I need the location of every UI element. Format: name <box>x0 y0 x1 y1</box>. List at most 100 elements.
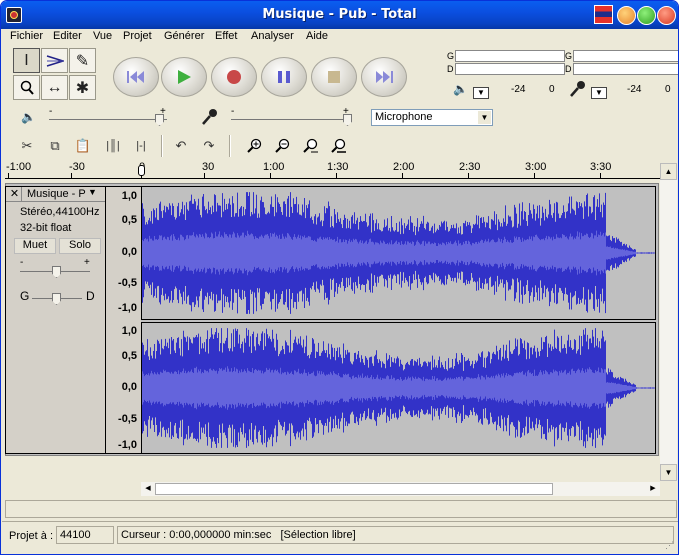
amp-label: 0,5 <box>121 214 137 226</box>
vertical-scrollbar[interactable]: ▲ ▼ <box>660 163 677 481</box>
ruler-tick-mark <box>270 173 271 178</box>
speaker-icon[interactable]: 🔈 <box>453 82 468 96</box>
selection-tool-icon[interactable]: I <box>13 48 40 73</box>
menu-generer[interactable]: Générer <box>164 30 204 42</box>
ruler-tick-label: 3:00 <box>525 161 547 173</box>
input-meter-left[interactable] <box>573 50 678 62</box>
output-scale-a: -24 <box>511 84 526 95</box>
output-volume-track[interactable] <box>49 119 167 120</box>
zoom-tool-icon[interactable] <box>13 75 40 100</box>
input-source-select[interactable]: Microphone ▼ <box>371 109 493 126</box>
input-meter-menu-icon[interactable]: ▼ <box>591 87 607 99</box>
output-volume-thumb[interactable] <box>155 114 164 126</box>
silence-icon[interactable]: |-| <box>129 134 153 158</box>
input-volume-thumb[interactable] <box>343 114 352 126</box>
timeshift-tool-icon[interactable]: ↔ <box>41 75 68 100</box>
minimize-button[interactable] <box>617 6 636 25</box>
menu-editer[interactable]: Editer <box>53 30 82 42</box>
skip-end-button[interactable] <box>361 57 407 97</box>
stop-button[interactable] <box>311 57 357 97</box>
close-button[interactable] <box>657 6 676 25</box>
pencil-tool-icon[interactable]: ✎ <box>69 48 96 73</box>
meter-toolbar: G D 🔈 ▼ -24 0 G D ▼ -24 0 <box>439 48 678 104</box>
gain-slider-thumb[interactable] <box>52 266 61 278</box>
track-name-menu[interactable]: Musique - P <box>27 188 86 200</box>
output-meter-right[interactable] <box>455 63 565 75</box>
title-bar[interactable]: Musique - Pub - Total <box>1 1 678 29</box>
gain-minus-label: - <box>20 257 24 268</box>
input-meter-right[interactable] <box>573 63 678 75</box>
multi-tool-icon[interactable]: ✱ <box>69 75 96 100</box>
scroll-up-icon[interactable]: ▲ <box>660 163 677 180</box>
amp-label: 0,5 <box>121 350 137 362</box>
fit-project-icon[interactable] <box>327 134 351 158</box>
cut-icon[interactable]: ✂ <box>15 134 39 158</box>
maximize-button[interactable] <box>637 6 656 25</box>
workspace-divider <box>5 500 677 518</box>
project-rate-field[interactable]: 44100 <box>56 526 114 544</box>
track-menu-chevron-down-icon[interactable]: ▼ <box>88 187 97 197</box>
track-close-icon[interactable]: ✕ <box>8 187 22 201</box>
amplitude-scale: 1,0 0,5 0,0 -0,5 -1,0 1,0 0,5 0,0 -0,5 -… <box>106 186 141 454</box>
envelope-tool-icon[interactable] <box>41 48 68 73</box>
amp-label: 1,0 <box>121 190 137 202</box>
menu-aide[interactable]: Aide <box>306 30 328 42</box>
horizontal-scrollbar[interactable]: ◀ ▶ <box>141 482 660 496</box>
menu-fichier[interactable]: Fichier <box>10 30 43 42</box>
menu-analyser[interactable]: Analyser <box>251 30 294 42</box>
window-title: Musique - Pub - Total <box>262 7 417 22</box>
ruler-tick-mark <box>336 173 337 178</box>
ruler-tick-label: -30 <box>69 161 85 173</box>
pan-slider-thumb[interactable] <box>52 293 61 305</box>
amp-label: 0,0 <box>121 381 137 393</box>
waveform-right-channel[interactable] <box>141 322 656 454</box>
ruler-tick-mark <box>468 173 469 178</box>
ruler-tick-mark <box>204 173 205 178</box>
project-rate-label: Projet à : <box>9 530 54 542</box>
mute-button[interactable]: Muet <box>14 238 56 254</box>
paste-icon[interactable]: 📋 <box>71 134 95 158</box>
pause-button[interactable] <box>261 57 307 97</box>
horizontal-scroll-thumb[interactable] <box>155 483 553 495</box>
microphone-icon[interactable] <box>569 80 587 101</box>
playhead-marker-icon[interactable] <box>138 165 145 176</box>
zoom-in-icon[interactable] <box>243 134 267 158</box>
copy-icon[interactable]: ⧉ <box>43 134 67 158</box>
menu-vue[interactable]: Vue <box>93 30 112 42</box>
tools-palette: I ✎ ↔ ✱ <box>13 48 99 102</box>
mute-button-label: Muet <box>22 239 48 251</box>
scroll-right-icon[interactable]: ▶ <box>646 482 660 496</box>
waveform-left-channel[interactable] <box>141 186 656 320</box>
waveform-right-graphic <box>142 328 655 448</box>
timeline-ruler[interactable]: -1:00 -30 0 30 1:00 1:30 2:00 2:30 3:00 … <box>5 161 661 179</box>
redo-icon[interactable]: ↷ <box>197 134 221 158</box>
mixer-toolbar: 🔈 - + - + <box>5 105 675 131</box>
amp-label: 0,0 <box>121 246 137 258</box>
language-flag-icon[interactable] <box>594 5 613 24</box>
app-window: Musique - Pub - Total Fichier Editer Vue… <box>0 0 679 555</box>
scroll-down-icon[interactable]: ▼ <box>660 464 677 481</box>
solo-button[interactable]: Solo <box>59 238 101 254</box>
ruler-tick-mark <box>534 173 535 178</box>
ruler-tick-mark <box>8 173 9 178</box>
fit-selection-icon[interactable] <box>299 134 323 158</box>
trim-icon[interactable]: |║| <box>101 134 125 158</box>
output-meter-left[interactable] <box>455 50 565 62</box>
amp-label: 1,0 <box>121 325 137 337</box>
chevron-down-icon[interactable]: ▼ <box>478 111 491 124</box>
output-meter-menu-icon[interactable]: ▼ <box>473 87 489 99</box>
menu-projet[interactable]: Projet <box>123 30 152 42</box>
track-control-panel: ✕ Musique - P ▼ Stéréo,44100Hz 32-bit fl… <box>5 186 106 454</box>
scroll-left-icon[interactable]: ◀ <box>141 482 155 496</box>
undo-icon[interactable]: ↶ <box>169 134 193 158</box>
ruler-tick-mark <box>402 173 403 178</box>
menu-effet[interactable]: Effet <box>215 30 237 42</box>
play-button[interactable] <box>161 57 207 97</box>
zoom-out-icon[interactable] <box>271 134 295 158</box>
skip-start-button[interactable] <box>113 57 159 97</box>
record-button[interactable] <box>211 57 257 97</box>
output-volume-minus: - <box>49 106 53 117</box>
input-volume-track[interactable] <box>231 119 349 120</box>
resize-grip-icon[interactable]: ⋰ <box>665 540 674 551</box>
track-bits-info: 32-bit float <box>20 222 72 234</box>
